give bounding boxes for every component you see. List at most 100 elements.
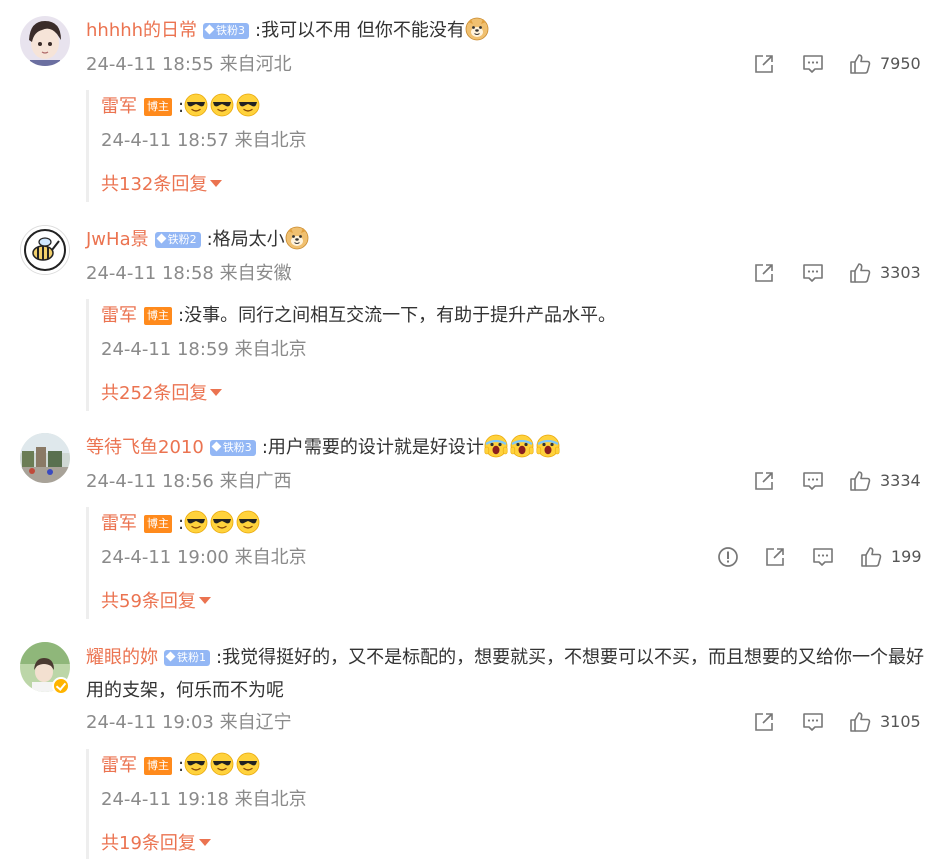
avatar[interactable] [20,433,70,483]
thumbs-up-icon [859,545,883,569]
comment-text: :我觉得挺好的，又不是标配的，想要就买，不想要可以不买，而且想要的又给你一个最好… [86,647,925,701]
reply-line: 雷军 博主: [101,508,262,540]
comment-icon [811,545,835,569]
more-replies-link[interactable]: 共252条回复 [101,382,223,406]
share-icon [752,52,776,76]
more-replies-label: 共19条回复 [101,833,196,854]
comment-text: :用户需要的设计就是好设计 [261,437,484,458]
reply-meta: 24-4-11 18:59 来自北京 [101,339,307,360]
caret-down-icon [198,597,211,604]
fan-level-badge[interactable]: 铁粉3 [203,23,250,39]
avatar[interactable] [20,225,70,275]
fan-level-label: 铁粉2 [167,233,197,246]
comment-meta: 24-4-11 19:03 来自辽宁 [86,712,292,733]
comment-username[interactable]: 等待飞鱼2010 [86,437,204,458]
thumbs-up-icon [848,261,872,285]
fan-level-badge[interactable]: 铁粉2 [154,232,201,248]
like-button[interactable] [848,469,872,493]
like-button[interactable] [848,710,872,734]
sunglasses-emoji [236,93,260,117]
host-badge: 博主 [144,307,172,325]
reply-block: 雷军 博主: 24-4-11 19:18 来自北京 共19条回复 [86,749,929,859]
like-count: 199 [891,547,922,566]
reply-button[interactable] [801,710,825,734]
reply-line: 雷军 博主 :没事。同行之间相互交流一下，有助于提升产品水平。 [101,300,616,332]
fan-level-label: 铁粉3 [216,24,246,37]
reply-meta: 24-4-11 19:00 来自北京 [101,547,307,568]
avatar[interactable] [20,16,70,66]
fan-level-badge[interactable]: 铁粉1 [164,650,210,666]
reply-username[interactable]: 雷军 [101,755,137,776]
comment-username[interactable]: 耀眼的妳 [86,647,158,668]
report-button[interactable] [716,545,740,569]
like-count: 3105 [880,712,921,731]
reply-line: 雷军 博主: [101,750,262,782]
sunglasses-emoji [210,510,234,534]
like-button[interactable] [848,52,872,76]
reply-button[interactable] [801,261,825,285]
host-badge: 博主 [144,98,172,116]
reply-username[interactable]: 雷军 [101,513,137,534]
thumbs-up-icon [848,52,872,76]
sunglasses-emoji [184,510,208,534]
reply-button[interactable] [811,545,835,569]
fan-level-label: 铁粉3 [222,441,252,454]
caret-down-icon [198,839,211,846]
diamond-icon [165,651,176,662]
reply-block: 雷军 博主: 24-4-11 19:00 来自北京 199 共59条回复 [86,507,929,619]
share-button[interactable] [752,469,776,493]
reply-button[interactable] [801,469,825,493]
share-button[interactable] [752,710,776,734]
comment-line: hhhhh的日常 铁粉3 :我可以不用 但你不能没有 [86,15,491,47]
report-icon [716,545,740,569]
reply-text: :没事。同行之间相互交流一下，有助于提升产品水平。 [178,305,617,326]
comment-username[interactable]: hhhhh的日常 [86,20,197,41]
comment-icon [801,469,825,493]
sunglasses-emoji [184,752,208,776]
more-replies-link[interactable]: 共19条回复 [101,832,211,856]
comment-text: :格局太小 [206,229,285,250]
like-count: 7950 [880,54,921,73]
comment-meta: 24-4-11 18:56 来自广西 [86,471,292,492]
thumbs-up-icon [848,469,872,493]
like-count: 3303 [880,263,921,282]
comment-line: 耀眼的妳 铁粉1:我觉得挺好的，又不是标配的，想要就买，不想要可以不买，而且想要的… [86,641,926,707]
sunglasses-emoji [210,752,234,776]
more-replies-label: 共132条回复 [101,174,208,195]
fan-level-label: 铁粉1 [177,651,206,664]
share-button[interactable] [752,261,776,285]
more-replies-label: 共252条回复 [101,383,208,404]
like-button[interactable] [859,545,883,569]
diamond-icon [156,233,167,244]
share-icon [752,710,776,734]
reply-meta: 24-4-11 19:18 来自北京 [101,789,307,810]
verified-badge-icon [52,677,70,695]
comment-line: 等待飞鱼2010 铁粉3 :用户需要的设计就是好设计 [86,432,562,464]
reply-username[interactable]: 雷军 [101,96,137,117]
share-button[interactable] [763,545,787,569]
reply-button[interactable] [801,52,825,76]
share-icon [752,261,776,285]
diamond-icon [204,24,215,35]
sunglasses-emoji [236,510,260,534]
comment-username[interactable]: JwHa景 [86,229,149,250]
doge-emoji [465,17,489,41]
comment-icon [801,710,825,734]
fan-level-badge[interactable]: 铁粉3 [209,440,256,456]
reply-username[interactable]: 雷军 [101,305,137,326]
sunglasses-emoji [236,752,260,776]
more-replies-link[interactable]: 共59条回复 [101,590,211,614]
sunglasses-emoji [184,93,208,117]
comment-icon [801,52,825,76]
comment-text: :我可以不用 但你不能没有 [255,20,465,41]
reply-block: 雷军 博主: 24-4-11 18:57 来自北京 共132条回复 [86,90,929,202]
doge-emoji [285,226,309,250]
more-replies-link[interactable]: 共132条回复 [101,173,223,197]
comment-meta: 24-4-11 18:58 来自安徽 [86,263,292,284]
like-count: 3334 [880,471,921,490]
like-button[interactable] [848,261,872,285]
share-button[interactable] [752,52,776,76]
scream-emoji [510,434,534,458]
share-icon [763,545,787,569]
scream-emoji [536,434,560,458]
